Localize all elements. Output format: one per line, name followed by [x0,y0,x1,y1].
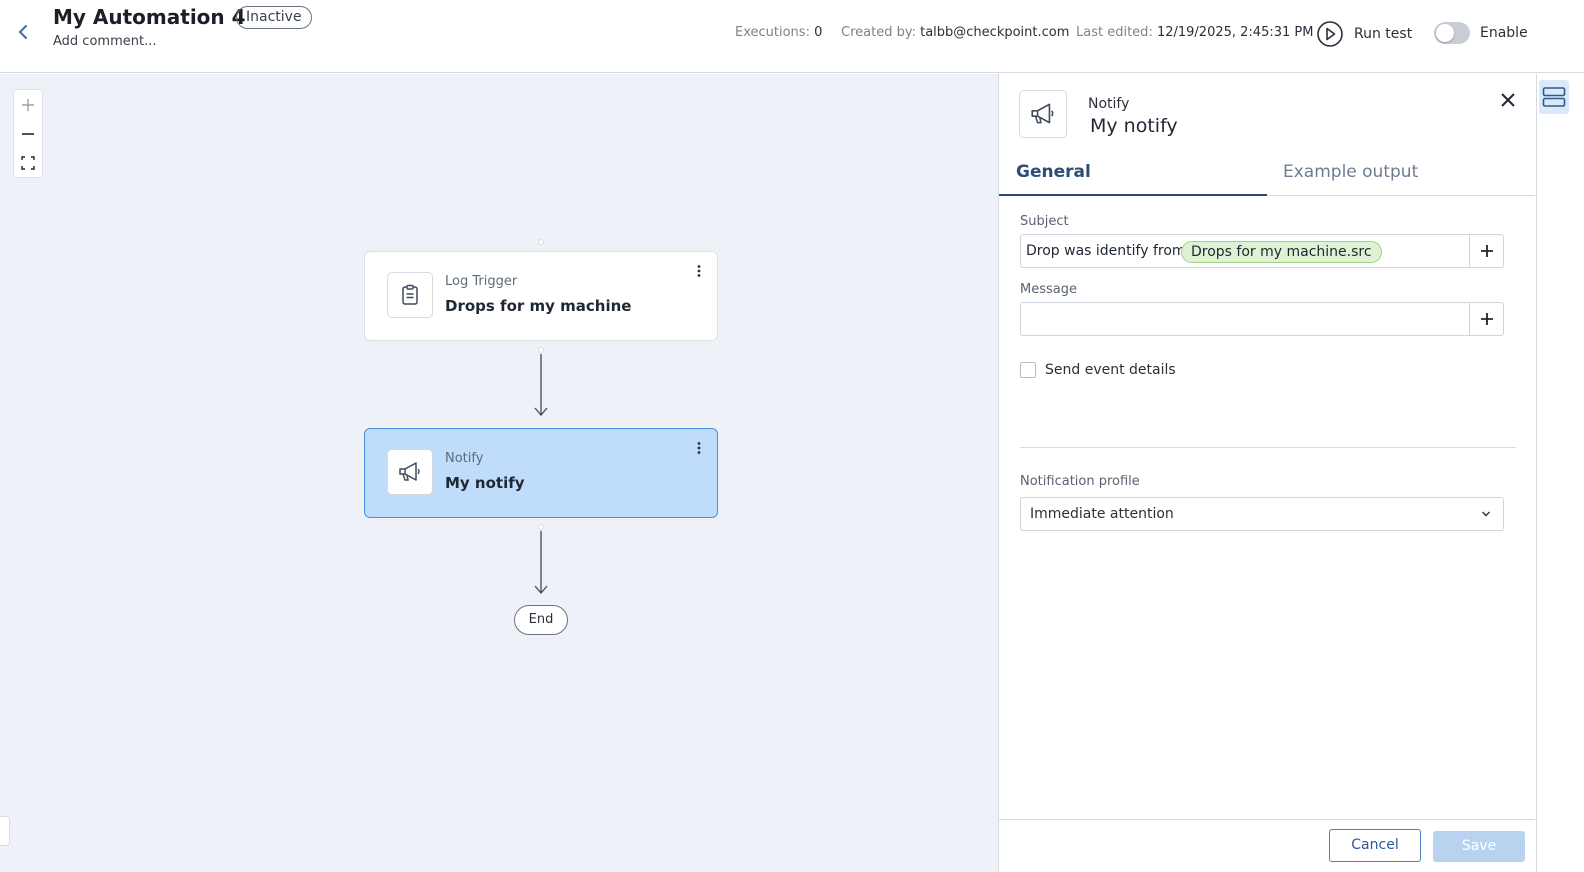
created-by-value: talbb@checkpoint.com [920,25,1070,40]
last-edited-label: Last edited: [1076,25,1153,40]
cancel-button[interactable]: Cancel [1329,829,1421,862]
tab-example-output[interactable]: Example output [1283,162,1418,196]
last-edited-info: Last edited: 12/19/2025, 2:45:31 PM [1076,25,1313,40]
workflow-canvas[interactable]: Log Trigger Drops for my machine Notify … [0,74,998,872]
divider [1020,447,1516,448]
send-event-details-label[interactable]: Send event details [1045,362,1176,378]
notification-profile-select[interactable]: Immediate attention [1020,497,1504,531]
node-icon-box [387,449,433,495]
back-arrow-icon[interactable] [12,20,36,44]
panel-tabs: General Example output [999,162,1535,196]
add-comment-field[interactable]: Add comment... [53,34,156,49]
header: My Automation 4 Inactive Add comment... … [0,0,1584,73]
panel-node-name[interactable]: My notify [1090,115,1178,137]
subject-text: Drop was identify from [1026,243,1186,259]
tab-general[interactable]: General [999,162,1267,196]
panel-layout-button[interactable] [1539,80,1569,114]
executions-info: Executions: 0 [735,25,822,40]
megaphone-icon [1031,103,1054,124]
page-title: My Automation 4 [53,5,246,29]
executions-label: Executions: [735,25,810,40]
node-type: Log Trigger [445,274,518,289]
node-notify[interactable]: Notify My notify [364,428,718,518]
subject-variable-chip[interactable]: Drops for my machine.src [1181,241,1382,263]
node-log-trigger[interactable]: Log Trigger Drops for my machine [364,251,718,341]
close-icon[interactable] [1499,91,1517,109]
enable-control: Enable [1434,22,1528,44]
clipboard-icon [402,284,418,305]
message-field[interactable] [1020,302,1504,336]
last-edited-value: 12/19/2025, 2:45:31 PM [1156,25,1314,40]
send-event-details-checkbox[interactable] [1020,362,1036,378]
end-node[interactable]: End [514,605,568,635]
kebab-menu-icon[interactable] [695,264,703,278]
created-by-info: Created by: talbb@checkpoint.com [841,25,1069,40]
add-variable-button[interactable] [1469,235,1503,267]
node-name: Drops for my machine [445,297,632,315]
chevron-down-icon [1482,511,1490,517]
kebab-menu-icon[interactable] [695,441,703,455]
node-icon-box [387,272,433,318]
plus-icon [1480,245,1493,257]
save-button[interactable]: Save [1433,831,1525,862]
panel-icon-box [1019,90,1067,138]
panel-node-type: Notify [1088,96,1130,112]
message-label: Message [1020,282,1077,297]
executions-value: 0 [814,25,823,40]
node-name: My notify [445,474,525,492]
subject-field[interactable]: Drop was identify from Drops for my mach… [1020,234,1504,268]
created-by-label: Created by: [841,25,916,40]
run-test-label: Run test [1354,26,1413,42]
node-type: Notify [445,451,484,466]
collapsed-panel-tab[interactable] [0,816,10,846]
footer-divider [999,819,1535,820]
enable-toggle[interactable] [1434,22,1470,44]
notification-profile-value: Immediate attention [1030,506,1174,522]
node-settings-panel: Notify My notify General Example output … [998,74,1536,872]
side-toolbar [1536,74,1584,872]
layout-rows-icon [1542,87,1566,107]
megaphone-icon [399,462,420,481]
run-test-button[interactable]: Run test [1316,19,1412,49]
play-circle-icon [1317,21,1343,47]
enable-label: Enable [1480,25,1528,41]
plus-icon [1480,313,1493,325]
add-variable-button[interactable] [1469,303,1503,335]
notification-profile-label: Notification profile [1020,474,1140,489]
subject-label: Subject [1020,214,1069,229]
status-badge: Inactive [236,6,312,29]
